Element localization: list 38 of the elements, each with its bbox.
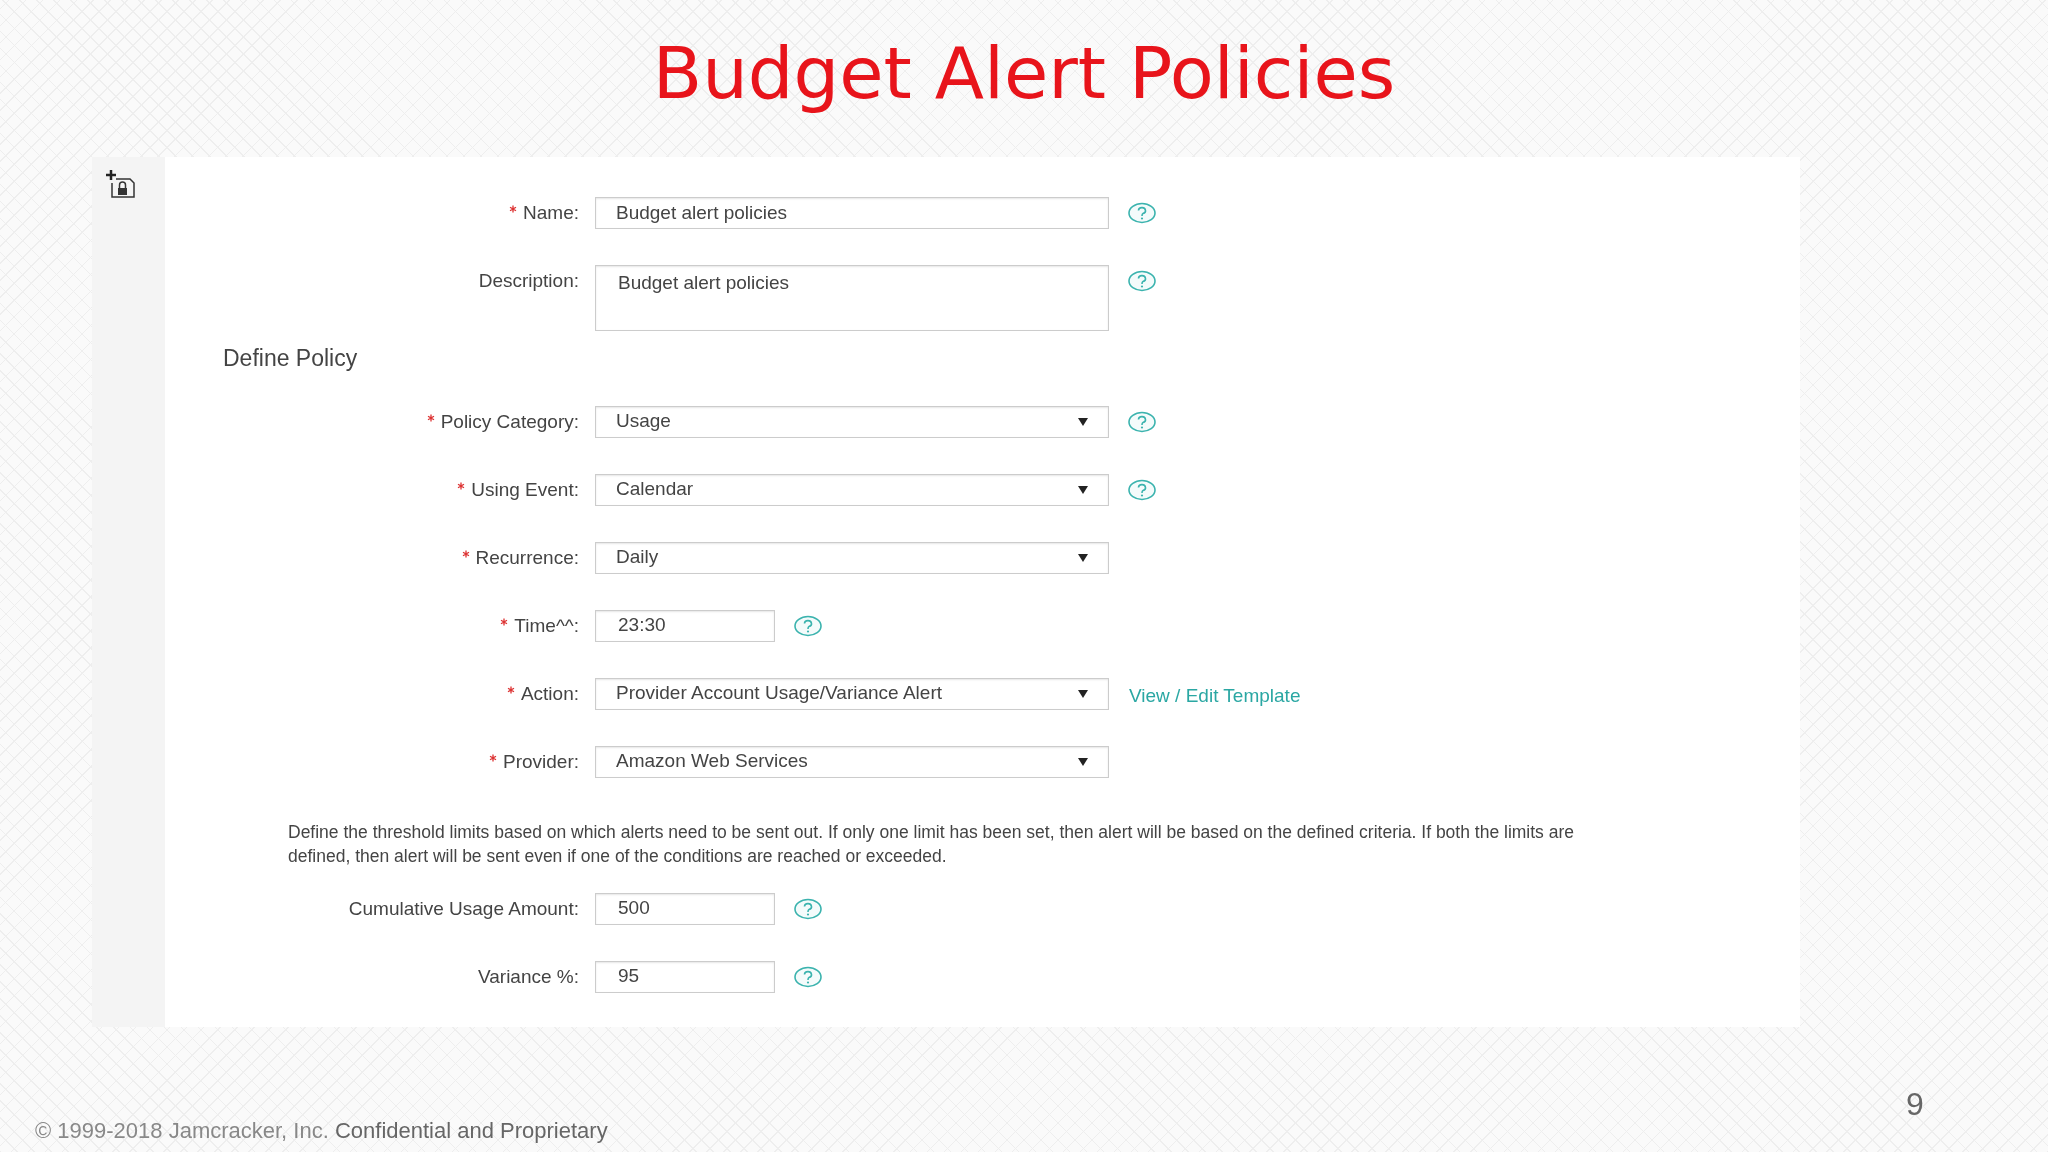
field-label: Using Event: xyxy=(471,478,579,500)
field-label: Recurrence: xyxy=(475,546,579,568)
dropdown[interactable]: Provider Account Usage/Variance Alert xyxy=(595,677,1109,710)
caret-icon xyxy=(1078,553,1088,562)
field-label: Description: xyxy=(478,270,579,291)
help-icon[interactable] xyxy=(1127,270,1157,292)
caret-icon xyxy=(1078,485,1088,494)
dropdown[interactable]: Daily xyxy=(595,541,1109,574)
help-icon[interactable] xyxy=(793,965,823,988)
field-label: Time^^: xyxy=(514,614,579,636)
slide-title: Budget Alert Policies xyxy=(651,30,1397,117)
dropdown[interactable]: Usage xyxy=(595,405,1109,438)
help-icon[interactable] xyxy=(793,897,823,920)
field-label: Policy Category: xyxy=(440,410,579,432)
page-number: 9 xyxy=(1906,1085,1924,1124)
field-label: Provider: xyxy=(502,750,579,772)
section-heading: Define Policy xyxy=(222,344,359,373)
help-icon[interactable] xyxy=(1127,410,1157,433)
text-field[interactable]: 500 xyxy=(595,892,775,925)
text-field[interactable]: 23:30 xyxy=(595,609,775,642)
caret-icon xyxy=(1078,689,1088,698)
caret-icon xyxy=(1078,757,1088,766)
field-label: Name: xyxy=(523,202,579,223)
dropdown[interactable]: Calendar xyxy=(595,473,1109,506)
field-label: Variance %: xyxy=(477,965,579,987)
help-icon[interactable] xyxy=(1127,478,1157,501)
dropdown[interactable]: Amazon Web Services xyxy=(595,745,1109,778)
instruction-text: Define the threshold limits based on which alerts need to be sent out. If only one limit has been set, then alert will be based on the defined criteria. If both the limits are defined, then alert will be sent even if one of the conditions are reached or exceeded. xyxy=(287,820,1575,868)
field-label: Cumulative Usage Amount: xyxy=(348,897,579,919)
caret-icon xyxy=(1078,417,1088,426)
text-field[interactable]: 95 xyxy=(595,960,775,993)
help-icon[interactable] xyxy=(1127,202,1157,224)
field-label: Action: xyxy=(520,682,579,704)
help-icon[interactable] xyxy=(793,614,823,637)
text-area[interactable]: Budget alert policies xyxy=(595,265,1109,331)
footer-text: © 1999-2018 Jamcracker, Inc. Confidential and Proprietary xyxy=(35,1117,608,1145)
text-field[interactable]: Budget alert policies xyxy=(595,197,1109,229)
add-lock-icon[interactable] xyxy=(104,167,138,201)
